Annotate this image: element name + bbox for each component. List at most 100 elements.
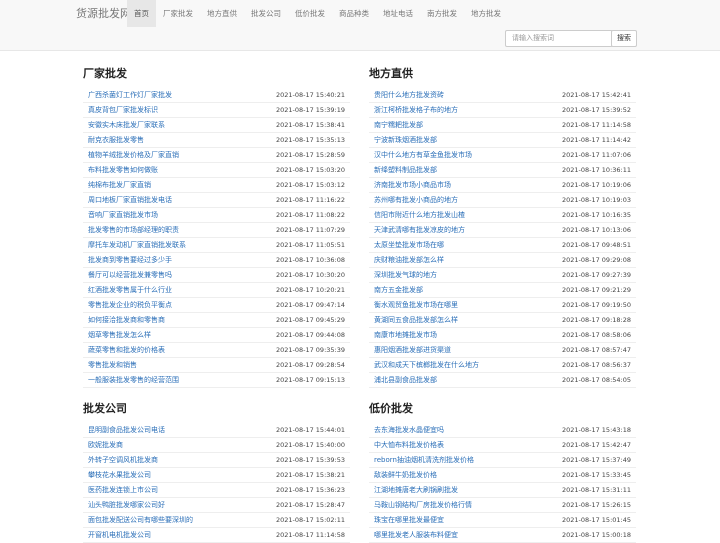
article-link[interactable]: 宁波新珠烟酒批发部 [374, 133, 437, 147]
list-item: 武汉和成天下槟榔批发在什么地方 2021-08-17 08:56:37 [369, 358, 636, 373]
article-date: 2021-08-17 11:05:51 [275, 241, 345, 249]
article-link[interactable]: 惠阳烟酒批发部进货渠道 [374, 343, 451, 357]
article-date: 2021-08-17 09:18:28 [561, 316, 631, 324]
list-item: 医药批发连锁上市公司 2021-08-17 15:36:23 [83, 483, 350, 498]
list-item: 浦北县副食品批发部 2021-08-17 08:54:05 [369, 373, 636, 388]
article-link[interactable]: 苏州哪有批发小商品的地方 [374, 193, 458, 207]
article-link[interactable]: 摩托车发动机厂家直销批发联系 [88, 238, 186, 252]
article-link[interactable]: 一般服装批发零售的经营范围 [88, 373, 179, 387]
nav-item[interactable]: 商品种类 [332, 0, 376, 27]
article-link[interactable]: 零售批发企业的税负平衡点 [88, 298, 172, 312]
nav-item[interactable]: 地址电话 [376, 0, 420, 27]
article-date: 2021-08-17 15:35:13 [275, 136, 345, 144]
article-link[interactable]: 蔬菜零售和批发的价格表 [88, 343, 165, 357]
article-link[interactable]: 深圳批发气球的地方 [374, 268, 437, 282]
article-link[interactable]: 红酒批发零售属于什么行业 [88, 283, 172, 297]
list-item: 一般服装批发零售的经营范围 2021-08-17 09:15:13 [83, 373, 350, 388]
nav-item[interactable]: 批发公司 [244, 0, 288, 27]
article-link[interactable]: 耐克衣服批发零售 [88, 133, 144, 147]
list-item: 珠宝在哪里批发最便宜 2021-08-17 15:01:45 [369, 513, 636, 528]
article-link[interactable]: 武汉和成天下槟榔批发在什么地方 [374, 358, 479, 372]
article-link[interactable]: 庆财粮油批发部怎么样 [374, 253, 444, 267]
list-item: 新绛塑料制品批发部 2021-08-17 10:36:11 [369, 163, 636, 178]
list-item: 欧妮批发商 2021-08-17 15:40:00 [83, 438, 350, 453]
article-link[interactable]: 敌装鲜牛奶批发价格 [374, 468, 437, 482]
article-date: 2021-08-17 15:42:47 [561, 441, 631, 449]
article-link[interactable]: 黄湖同五食品批发部怎么样 [374, 313, 458, 327]
article-link[interactable]: 天津武清哪有批发凉皮的地方 [374, 223, 465, 237]
article-link[interactable]: 昆明副食品批发公司电话 [88, 423, 165, 437]
article-link[interactable]: 如何接洽批发商和零售商 [88, 313, 165, 327]
article-link[interactable]: 攀枝花水果批发公司 [88, 468, 151, 482]
article-link[interactable]: 周口地板厂家直销批发电话 [88, 193, 172, 207]
article-link[interactable]: 批发商到零售要经过多少手 [88, 253, 172, 267]
nav-item[interactable]: 地方直供 [200, 0, 244, 27]
nav-item[interactable]: 低价批发 [288, 0, 332, 27]
article-link[interactable]: 新绛塑料制品批发部 [374, 163, 437, 177]
list-item: 衡水观贸鱼批发市场在哪里 2021-08-17 09:19:50 [369, 298, 636, 313]
article-link[interactable]: 纯棉布批发厂家直销 [88, 178, 151, 192]
article-link[interactable]: 批发零售的市场部经理的职责 [88, 223, 179, 237]
article-link[interactable]: 烟草零售批发怎么样 [88, 328, 151, 342]
article-link[interactable]: 信阳市附近什么地方批发山楂 [374, 208, 465, 222]
article-link[interactable]: 植物羊绒批发价格及厂家直销 [88, 148, 179, 162]
article-link[interactable]: 广西杀菌灯工作灯厂家批发 [88, 88, 172, 102]
article-link[interactable]: 音响厂家直销批发市场 [88, 208, 158, 222]
article-date: 2021-08-17 15:36:23 [275, 486, 345, 494]
article-link[interactable]: 安徽实木床批发厂家联系 [88, 118, 165, 132]
list-item: 南宁糯耙批发部 2021-08-17 11:14:58 [369, 118, 636, 133]
search-input[interactable]: 请输入搜索词 [505, 30, 613, 47]
section-wholesale-companies: 批发公司 昆明副食品批发公司电话 2021-08-17 15:44:01 欧妮批发商… [83, 399, 350, 543]
article-date: 2021-08-17 15:33:45 [561, 471, 631, 479]
article-date: 2021-08-17 09:28:54 [275, 361, 345, 369]
nav-item[interactable]: 厂家批发 [156, 0, 200, 27]
article-date: 2021-08-17 11:14:58 [561, 121, 631, 129]
article-link[interactable]: 南宁糯耙批发部 [374, 118, 423, 132]
article-link[interactable]: 餐厅可以经营批发兼零售吗 [88, 268, 172, 282]
list-item: 庆财粮油批发部怎么样 2021-08-17 09:29:08 [369, 253, 636, 268]
article-link[interactable]: 汉中什么地方有草金鱼批发市场 [374, 148, 472, 162]
article-date: 2021-08-17 08:56:37 [561, 361, 631, 369]
article-date: 2021-08-17 09:44:08 [275, 331, 345, 339]
article-date: 2021-08-17 15:43:18 [561, 426, 631, 434]
nav-item[interactable]: 地方批发 [464, 0, 508, 27]
article-link[interactable]: 中大恤布料批发价格表 [374, 438, 444, 452]
article-link[interactable]: 去东海批发水晶便宜吗 [374, 423, 444, 437]
list-item: 济南批发市场小商品市场 2021-08-17 10:19:06 [369, 178, 636, 193]
article-link[interactable]: 浦北县副食品批发部 [374, 373, 437, 387]
article-link[interactable]: 医药批发连锁上市公司 [88, 483, 158, 497]
article-link[interactable]: 马鞍山钢结构厂房批发价格行情 [374, 498, 472, 512]
article-link[interactable]: 外转子空调风机批发商 [88, 453, 158, 467]
article-link[interactable]: 真皮背包厂家批发标识 [88, 103, 158, 117]
article-link[interactable]: 济南批发市场小商品市场 [374, 178, 451, 192]
site-brand[interactable]: 货源批发网 [76, 0, 131, 27]
article-link[interactable]: 贵阳什么地方批发资砖 [374, 88, 444, 102]
list-item: 批发商到零售要经过多少手 2021-08-17 10:36:08 [83, 253, 350, 268]
article-link[interactable]: reborn抽油烟机清洗剂批发价格 [374, 453, 474, 467]
article-link[interactable]: 布料批发零售如何做账 [88, 163, 158, 177]
article-link[interactable]: 珠宝在哪里批发最便宜 [374, 513, 444, 527]
search-button[interactable]: 搜索 [611, 30, 637, 47]
article-date: 2021-08-17 15:28:59 [275, 151, 345, 159]
article-link[interactable]: 南康市地摊批发市场 [374, 328, 437, 342]
nav-item[interactable]: 首页 [127, 0, 156, 27]
article-date: 2021-08-17 11:16:22 [275, 196, 345, 204]
article-link[interactable]: 浙江柯桥批发格子布的地方 [374, 103, 458, 117]
article-date: 2021-08-17 15:38:21 [275, 471, 345, 479]
article-link[interactable]: 面包批发配送公司有哪些要深圳的 [88, 513, 193, 527]
article-link[interactable]: 欧妮批发商 [88, 438, 123, 452]
article-date: 2021-08-17 09:15:13 [275, 376, 345, 384]
list-item: 江湖地摊唐老大刷锅刷批发 2021-08-17 15:31:11 [369, 483, 636, 498]
list-item: 外转子空调风机批发商 2021-08-17 15:39:53 [83, 453, 350, 468]
article-link[interactable]: 江湖地摊唐老大刷锅刷批发 [374, 483, 458, 497]
article-link[interactable]: 汕头鸭脏批发哪家公司好 [88, 498, 165, 512]
article-link[interactable]: 零售批发和销售 [88, 358, 137, 372]
list-item: 太原坐垫批发市场在哪 2021-08-17 09:48:51 [369, 238, 636, 253]
article-link[interactable]: 衡水观贸鱼批发市场在哪里 [374, 298, 458, 312]
list-item: 南康市地摊批发市场 2021-08-17 08:58:06 [369, 328, 636, 343]
main-nav: 首页 厂家批发 地方直供 批发公司 低价批发 商品种类 地址电话 南方批发 地方批发 [127, 0, 508, 27]
article-link[interactable]: 南方五金批发部 [374, 283, 423, 297]
nav-item[interactable]: 南方批发 [420, 0, 464, 27]
article-link[interactable]: 太原坐垫批发市场在哪 [374, 238, 444, 252]
article-date: 2021-08-17 15:03:20 [275, 166, 345, 174]
